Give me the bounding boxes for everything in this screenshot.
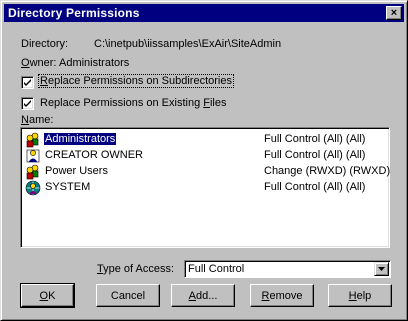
- name-list-label: Name:: [21, 114, 54, 126]
- replace-subdirs-checkbox[interactable]: [21, 76, 34, 89]
- row-name: CREATOR OWNER: [45, 149, 143, 161]
- type-of-access-value: Full Control: [188, 263, 245, 275]
- directory-path: C:\inetpub\iissamples\ExAir\SiteAdmin: [94, 38, 282, 50]
- row-permission: Change (RWXD) (RWXD): [264, 165, 391, 177]
- chevron-down-icon: [378, 267, 385, 271]
- row-name: Power Users: [45, 165, 108, 177]
- replace-files-checkbox[interactable]: [21, 97, 34, 110]
- list-item[interactable]: Power Users Change (RWXD) (RWXD): [24, 164, 390, 180]
- system-icon: [25, 180, 41, 196]
- group-icon: [26, 132, 39, 148]
- group-icon: [26, 164, 39, 180]
- row-name: Administrators: [44, 133, 117, 145]
- owner-label: Owner:: [21, 57, 57, 69]
- close-icon: ×: [390, 6, 398, 19]
- close-button[interactable]: ×: [386, 6, 402, 20]
- replace-files-label[interactable]: Replace Permissions on Existing Files: [40, 97, 227, 109]
- name-listbox[interactable]: Administrators Full Control (All) (All) …: [20, 127, 390, 248]
- list-item[interactable]: CREATOR OWNER Full Control (All) (All): [24, 148, 386, 164]
- dialog-title: Directory Permissions: [8, 6, 140, 20]
- cancel-button[interactable]: Cancel: [96, 284, 160, 307]
- row-permission: Full Control (All) (All): [264, 181, 366, 193]
- row-permission: Full Control (All) (All): [264, 133, 366, 145]
- remove-button[interactable]: Remove: [250, 284, 314, 307]
- row-name: SYSTEM: [45, 181, 91, 193]
- owner-value: Administrators: [59, 57, 130, 69]
- add-button[interactable]: Add...: [171, 284, 235, 307]
- list-item[interactable]: SYSTEM Full Control (All) (All): [24, 180, 386, 196]
- help-button[interactable]: Help: [328, 284, 392, 307]
- row-permission: Full Control (All) (All): [264, 149, 366, 161]
- checkmark-icon: [24, 100, 31, 107]
- directory-permissions-dialog: Directory Permissions × Directory: C:\in…: [0, 0, 408, 321]
- type-of-access-label: Type of Access:: [97, 263, 175, 275]
- replace-subdirs-label[interactable]: Replace Permissions on Subdirectories: [38, 74, 234, 88]
- ok-button[interactable]: OK: [20, 283, 75, 308]
- list-item[interactable]: Administrators Full Control (All) (All): [24, 132, 386, 148]
- type-of-access-dropdown[interactable]: Full Control: [184, 260, 391, 278]
- dropdown-arrow-button[interactable]: [374, 262, 389, 276]
- user-icon: [26, 149, 40, 163]
- checkmark-icon: [24, 79, 31, 86]
- title-bar[interactable]: Directory Permissions ×: [4, 4, 404, 22]
- directory-label: Directory:: [21, 38, 69, 50]
